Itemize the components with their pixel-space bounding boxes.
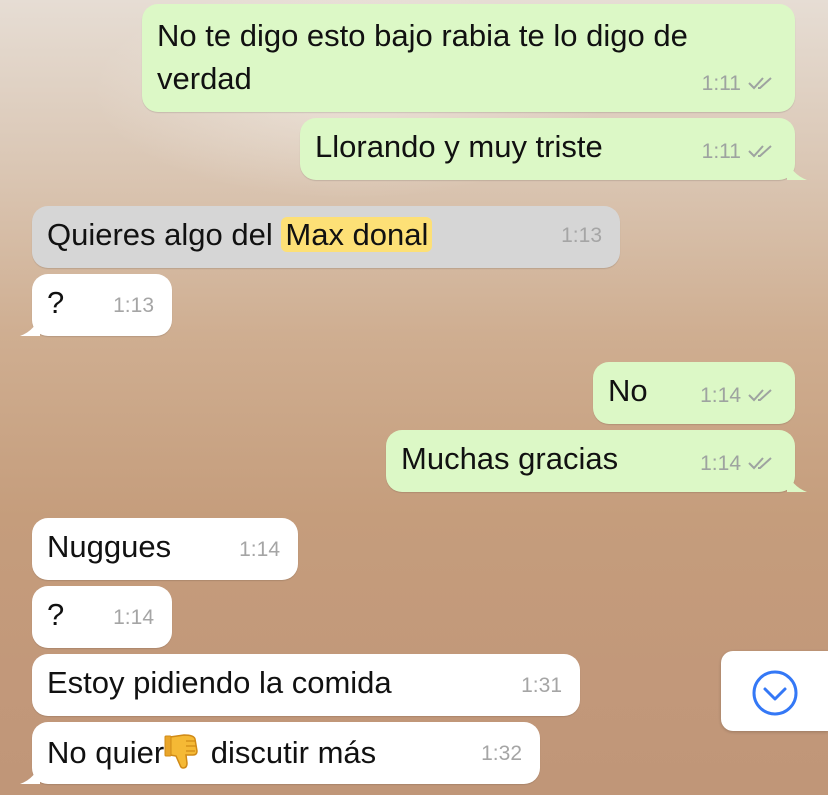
- message-outgoing[interactable]: No te digo esto bajo rabia te lo digo de…: [142, 4, 795, 112]
- message-text: No: [608, 373, 648, 408]
- message-text-line: No te digo esto bajo rabia te lo digo de: [157, 18, 688, 53]
- message-text: Llorando y muy triste: [315, 129, 603, 164]
- message-time: 1:31: [521, 674, 562, 697]
- search-highlight: Max donal: [281, 217, 433, 252]
- read-ticks-icon: [748, 389, 772, 402]
- message-text: Nuggues: [47, 529, 172, 564]
- message-text-line: verdad: [157, 61, 252, 96]
- read-ticks-icon: [748, 77, 772, 90]
- read-ticks-icon: [748, 145, 772, 158]
- message-outgoing[interactable]: Muchas gracias 1:14: [386, 430, 807, 492]
- message-text: ?: [47, 597, 65, 632]
- message-text: Muchas gracias: [401, 441, 619, 476]
- message-outgoing[interactable]: No 1:14: [593, 362, 795, 424]
- thumbs-down-emoji: [164, 734, 198, 769]
- message-time: 1:14: [700, 376, 777, 416]
- message-time: 1:13: [113, 294, 154, 317]
- bubble-tail: [20, 762, 40, 784]
- message-outgoing[interactable]: Llorando y muy triste 1:11: [300, 118, 807, 180]
- message-time: 1:14: [700, 444, 777, 484]
- scroll-to-bottom-button[interactable]: [721, 651, 828, 731]
- message-time: 1:32: [481, 742, 522, 765]
- message-incoming[interactable]: No quier discutir más 1:32: [20, 722, 540, 784]
- message-incoming[interactable]: ? 1:14: [32, 586, 172, 648]
- message-time: 1:11: [702, 64, 777, 104]
- message-time: 1:14: [113, 606, 154, 629]
- bubble-tail: [787, 470, 807, 492]
- message-time: 1:13: [561, 224, 602, 247]
- message-incoming-selected[interactable]: Quieres algo del Max donal 1:13: [32, 206, 620, 268]
- message-incoming[interactable]: Nuggues 1:14: [32, 518, 298, 580]
- message-text: ?: [47, 285, 65, 320]
- chevron-down-circle-icon: [752, 670, 798, 716]
- bubble-tail: [20, 314, 40, 336]
- message-text: No quier discutir más: [47, 731, 376, 773]
- bubble-tail: [787, 158, 807, 180]
- message-incoming[interactable]: Estoy pidiendo la comida 1:31: [32, 654, 580, 716]
- read-ticks-icon: [748, 457, 772, 470]
- message-time: 1:11: [702, 132, 777, 172]
- message-time: 1:14: [239, 538, 280, 561]
- message-incoming[interactable]: ? 1:13: [20, 274, 172, 336]
- message-text: Estoy pidiendo la comida: [47, 665, 392, 700]
- message-text: Quieres algo del Max donal: [47, 215, 433, 255]
